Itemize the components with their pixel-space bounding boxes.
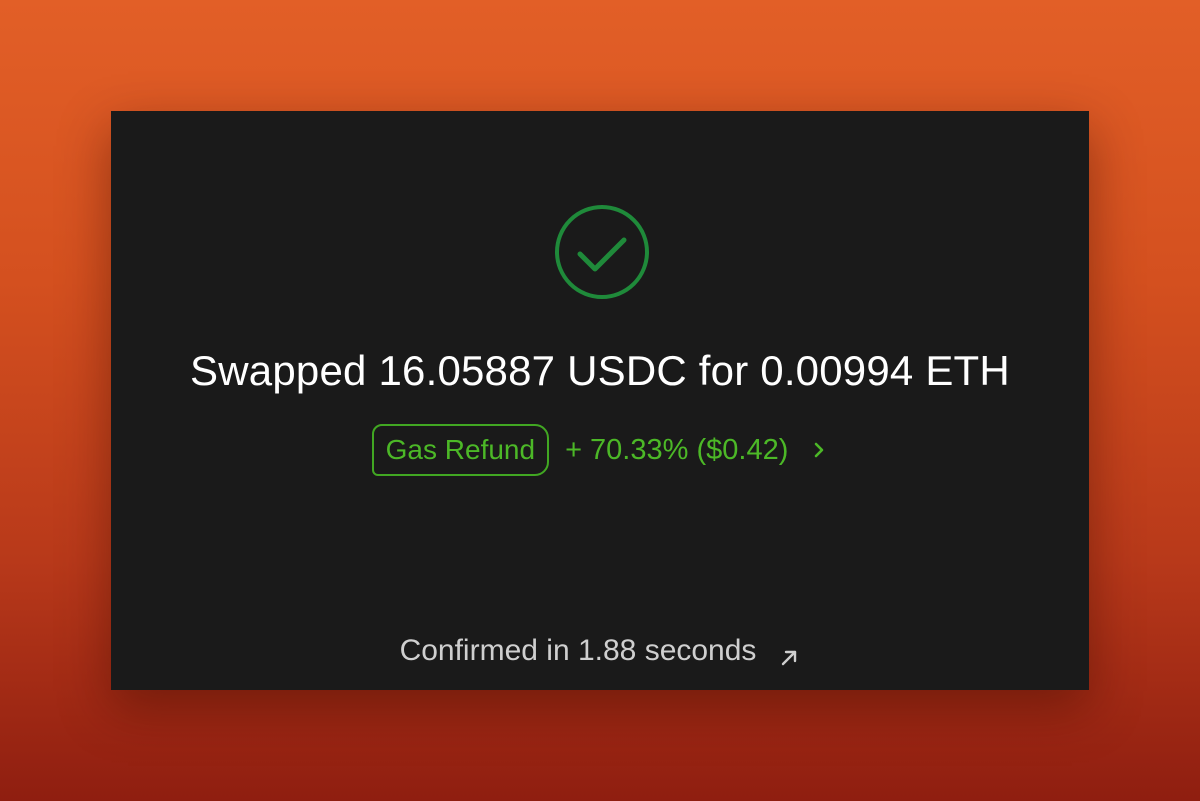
gas-refund-row[interactable]: Gas Refund + 70.33% ($0.42) xyxy=(111,423,1089,477)
check-circle-icon xyxy=(554,204,650,300)
confirmation-link[interactable]: Confirmed in 1.88 seconds xyxy=(111,631,1089,671)
gas-refund-amount: + 70.33% ($0.42) xyxy=(565,434,789,466)
confirmation-text: Confirmed in 1.88 seconds xyxy=(399,634,757,667)
swap-summary-title: Swapped 16.05887 USDC for 0.00994 ETH xyxy=(190,347,1010,394)
external-link-arrow-icon[interactable] xyxy=(778,640,800,666)
swap-confirmation-card: Swapped 16.05887 USDC for 0.00994 ETH Ga… xyxy=(111,111,1089,690)
chevron-right-icon[interactable] xyxy=(810,441,828,459)
gas-refund-badge: Gas Refund xyxy=(371,424,550,476)
